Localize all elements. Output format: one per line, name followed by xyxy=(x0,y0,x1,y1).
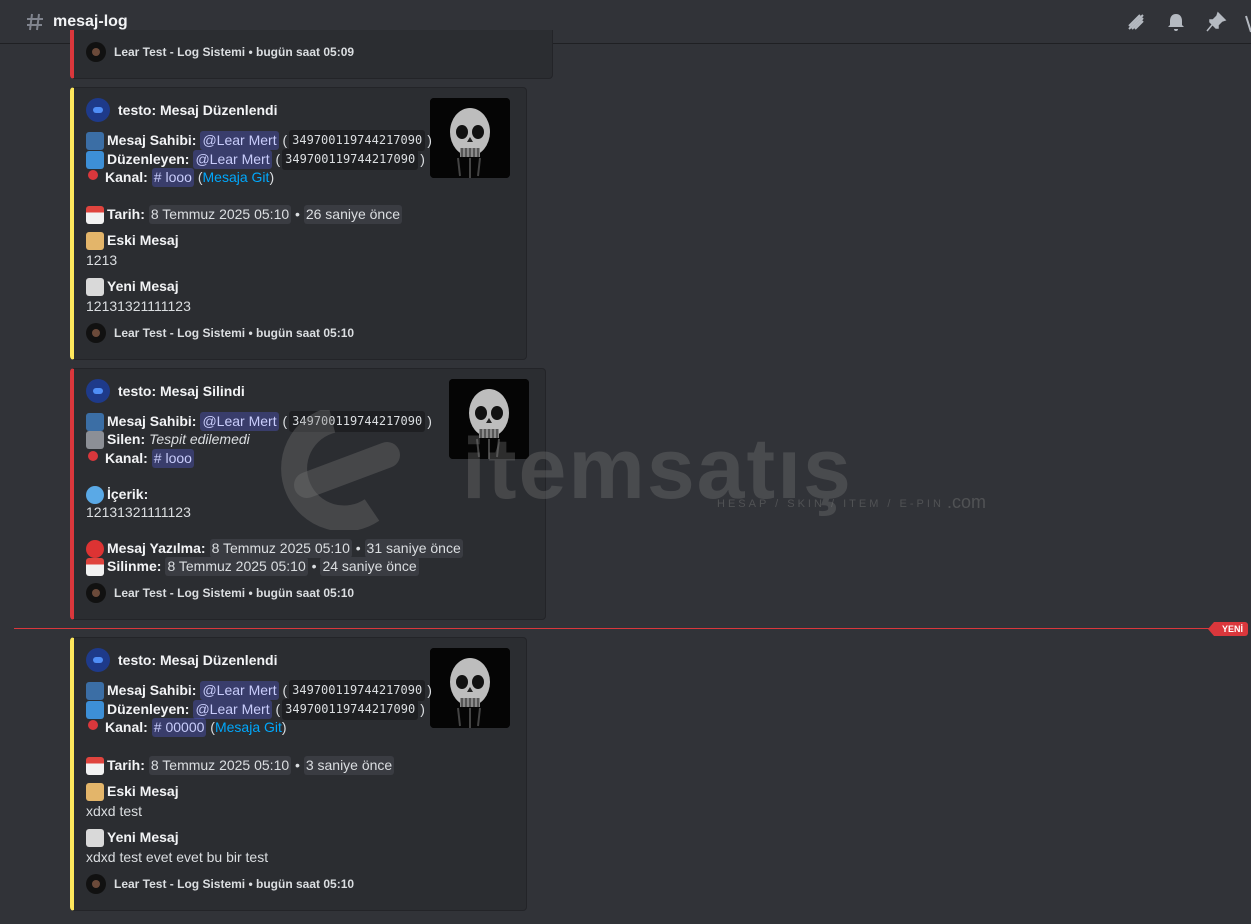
user-mention[interactable]: @Lear Mert xyxy=(200,131,279,150)
calendar-icon xyxy=(86,756,104,775)
new-messages-divider xyxy=(14,628,1244,629)
alarm-clock-icon xyxy=(86,539,104,558)
person-icon xyxy=(86,131,104,150)
user-mention[interactable]: @Lear Mert xyxy=(200,412,279,431)
skull-thumbnail[interactable] xyxy=(430,98,510,178)
person-icon xyxy=(86,681,104,700)
field-new-value: 12131321111123 xyxy=(86,298,191,314)
field-content-label: İçerik: xyxy=(86,485,152,504)
round-pushpin-icon xyxy=(88,170,98,180)
field-channel: Kanal: # looo xyxy=(86,449,194,468)
members-icon[interactable] xyxy=(1245,14,1251,34)
embed-author: testo: Mesaj Düzenlendi xyxy=(86,648,277,672)
channel-name: mesaj-log xyxy=(53,12,128,30)
person-icon xyxy=(86,412,104,431)
field-channel: Kanal: # looo (Mesaja Git) xyxy=(86,168,274,187)
field-new-value: xdxd test evet evet bu bir test xyxy=(86,849,269,865)
user-mention[interactable]: @Lear Mert xyxy=(193,150,272,169)
calendar-icon xyxy=(86,557,104,576)
field-editor: Düzenleyen: @Lear Mert (3497001197442170… xyxy=(86,699,425,720)
round-pushpin-icon xyxy=(88,451,98,461)
round-pushpin-icon xyxy=(88,720,98,730)
channel-mention[interactable]: # 00000 xyxy=(151,718,207,737)
footer-avatar xyxy=(86,42,106,62)
footer-avatar xyxy=(86,874,106,894)
field-owner: Mesaj Sahibi: @Lear Mert (34970011974421… xyxy=(86,130,432,151)
field-written: Mesaj Yazılma: 8 Temmuz 2025 05:10 • 31 … xyxy=(86,539,463,558)
pin-icon[interactable] xyxy=(1205,11,1227,33)
embed-footer: Lear Test - Log Sistemi • bugün saat 05:… xyxy=(86,874,354,894)
memo-icon xyxy=(86,277,104,296)
field-new-label: Yeni Mesaj xyxy=(86,277,183,296)
field-old-label: Eski Mesaj xyxy=(86,782,183,801)
embed-footer: Lear Test - Log Sistemi • bugün saat 05:… xyxy=(86,42,354,62)
scroll-icon xyxy=(86,231,104,250)
embed-message-edited: testo: Mesaj Düzenlendi Mesaj Sahibi: @L… xyxy=(70,637,527,911)
author-avatar xyxy=(86,648,110,672)
field-owner: Mesaj Sahibi: @Lear Mert (34970011974421… xyxy=(86,680,432,701)
repeat-icon xyxy=(86,700,104,719)
memo-icon xyxy=(86,828,104,847)
hashtag-icon xyxy=(26,13,44,31)
channel-mention[interactable]: # looo xyxy=(151,449,194,468)
jump-link[interactable]: Mesaja Git xyxy=(203,168,270,187)
embed-message-edited: testo: Mesaj Düzenlendi Mesaj Sahibi: @L… xyxy=(70,87,527,360)
jump-link[interactable]: Mesaja Git xyxy=(215,718,282,737)
embed-message-deleted: testo: Mesaj Silindi Mesaj Sahibi: @Lear… xyxy=(70,368,546,620)
field-owner: Mesaj Sahibi: @Lear Mert (34970011974421… xyxy=(86,411,432,432)
field-new-label: Yeni Mesaj xyxy=(86,828,183,847)
wastebasket-icon xyxy=(86,430,104,449)
skull-thumbnail[interactable] xyxy=(430,648,510,728)
user-mention[interactable]: @Lear Mert xyxy=(200,681,279,700)
field-deleted: Silinme: 8 Temmuz 2025 05:10 • 24 saniye… xyxy=(86,557,419,576)
channel-mention[interactable]: # looo xyxy=(151,168,194,187)
repeat-icon xyxy=(86,150,104,169)
author-avatar xyxy=(86,379,110,403)
footer-avatar xyxy=(86,583,106,603)
embed-author: testo: Mesaj Düzenlendi xyxy=(86,98,277,122)
threads-icon[interactable] xyxy=(1125,11,1147,33)
embed-footer: Lear Test - Log Sistemi • bugün saat 05:… xyxy=(86,323,354,343)
embed-partial: Lear Test - Log Sistemi • bugün saat 05:… xyxy=(70,30,553,79)
skull-thumbnail[interactable] xyxy=(449,379,529,459)
embed-author: testo: Mesaj Silindi xyxy=(86,379,245,403)
field-old-label: Eski Mesaj xyxy=(86,231,183,250)
field-old-value: 1213 xyxy=(86,252,118,268)
bell-icon[interactable] xyxy=(1165,11,1187,33)
field-channel: Kanal: # 00000 (Mesaja Git) xyxy=(86,718,287,737)
field-editor: Düzenleyen: @Lear Mert (3497001197442170… xyxy=(86,149,425,170)
field-date: Tarih: 8 Temmuz 2025 05:10 • 26 saniye ö… xyxy=(86,205,403,224)
embed-footer: Lear Test - Log Sistemi • bugün saat 05:… xyxy=(86,583,354,603)
field-old-value: xdxd test xyxy=(86,803,143,819)
calendar-icon xyxy=(86,205,104,224)
field-deleter: Silen: Tespit edilemedi xyxy=(86,430,250,449)
footer-avatar xyxy=(86,323,106,343)
new-badge: YENİ xyxy=(1207,622,1249,636)
field-content-value: 12131321111123 xyxy=(86,504,191,520)
scroll-icon xyxy=(86,782,104,801)
speech-bubble-icon xyxy=(86,485,104,504)
user-mention[interactable]: @Lear Mert xyxy=(193,700,272,719)
field-date: Tarih: 8 Temmuz 2025 05:10 • 3 saniye ön… xyxy=(86,756,395,775)
author-avatar xyxy=(86,98,110,122)
